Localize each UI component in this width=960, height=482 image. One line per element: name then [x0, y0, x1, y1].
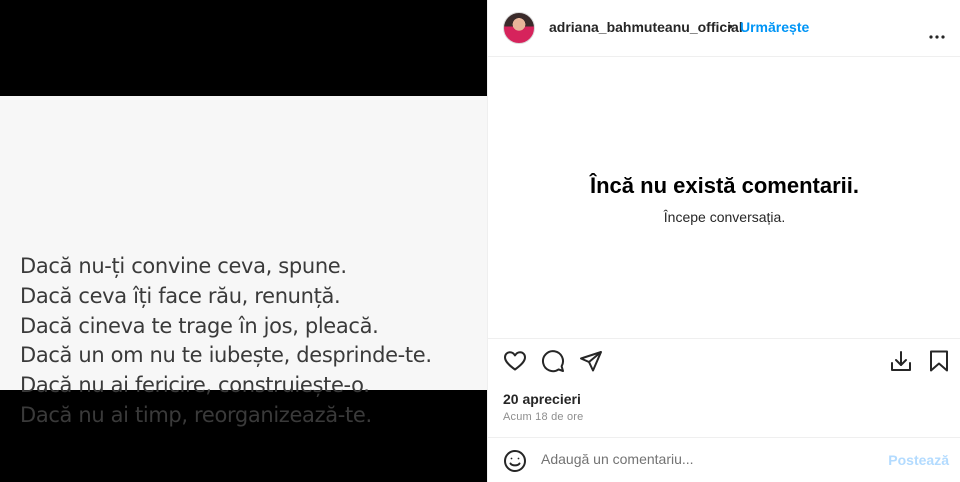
quote-line: Dacă nu ai fericire, construiește-o. [20, 373, 370, 398]
comment-icon [541, 349, 565, 378]
comment-input[interactable] [541, 451, 881, 467]
post-side-panel: adriana_bahmuteanu_official • Urmărește … [487, 0, 960, 482]
quote-line: Dacă un om nu te iubește, desprinde-te. [20, 343, 432, 368]
quote-line: Dacă nu-ți convine ceva, spune. [20, 254, 347, 278]
actions-divider [488, 338, 960, 339]
quote-line: Dacă ceva îți face rău, renunță. [20, 283, 341, 308]
likes-count[interactable]: 20 aprecieri [503, 391, 581, 407]
bookmark-icon [927, 349, 951, 378]
separator-dot: • [728, 18, 733, 34]
post-timestamp[interactable]: Acum 18 de ore [503, 411, 583, 423]
heart-icon [503, 349, 527, 378]
avatar[interactable] [503, 12, 535, 44]
download-icon [889, 349, 913, 378]
comment-button[interactable] [540, 349, 566, 378]
emoji-icon[interactable] [502, 448, 528, 474]
quote-line: Dacă nu ai timp, reorganizează-te. [20, 402, 372, 427]
save-button[interactable] [926, 350, 952, 376]
post-header: adriana_bahmuteanu_official • Urmărește [488, 0, 960, 57]
username-link[interactable]: adriana_bahmuteanu_official [549, 19, 743, 35]
send-icon [579, 349, 603, 378]
add-comment-bar: Postează [488, 437, 960, 482]
post-comment-button[interactable]: Postează [888, 452, 949, 468]
quote-line: Dacă cineva te trage în jos, pleacă. [20, 313, 379, 338]
post-image: Dacă nu-ți convine ceva, spune. Dacă cev… [0, 96, 487, 427]
no-comments-subtitle: Începe conversația. [663, 209, 786, 225]
download-button[interactable] [888, 350, 914, 376]
share-button[interactable] [578, 350, 604, 376]
follow-button[interactable]: Urmărește [740, 19, 809, 35]
quote-text: Dacă nu-ți convine ceva, spune. Dacă cev… [20, 252, 432, 431]
like-button[interactable] [502, 350, 528, 376]
more-options-icon[interactable] [929, 26, 945, 39]
no-comments-title: Încă nu există comentarii. [590, 173, 859, 198]
post-media[interactable]: Dacă nu-ți convine ceva, spune. Dacă cev… [0, 0, 487, 482]
